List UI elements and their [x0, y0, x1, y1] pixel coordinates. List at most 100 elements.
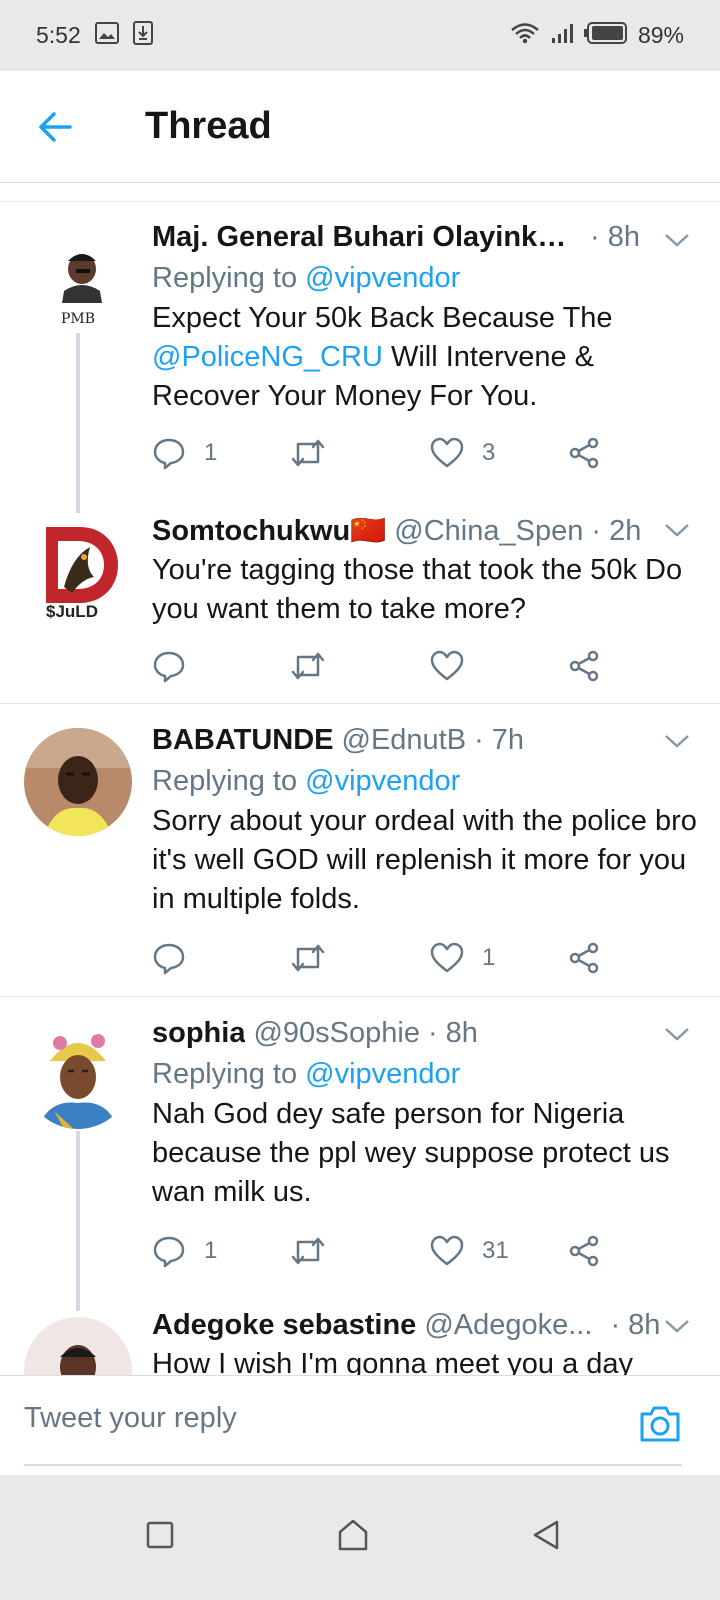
avatar-label: PMB — [61, 311, 95, 327]
author-handle[interactable]: @90sSophie — [253, 1015, 420, 1051]
input-underline — [24, 1464, 682, 1466]
avatar[interactable] — [24, 728, 132, 836]
author-name[interactable]: Maj. General Buhari Olayinka (... — [152, 219, 582, 255]
share-button[interactable] — [568, 437, 600, 469]
wifi-icon — [510, 22, 540, 50]
signal-icon — [550, 22, 574, 50]
like-count: 31 — [482, 1237, 509, 1264]
tweet-header: sophia @90sSophie · 8h — [152, 1015, 700, 1051]
tweet-time: · 8h — [427, 1017, 478, 1049]
replying-to: Replying to @vipvendor — [152, 1055, 700, 1093]
like-icon — [430, 437, 464, 468]
avatar[interactable]: $JuLD — [24, 517, 128, 621]
tweet-item[interactable]: sophia @90sSophie · 8h Replying to @vipv… — [0, 997, 720, 1311]
replying-to-label: Replying to — [152, 765, 298, 797]
tweet-text: Sorry about your ordeal with the police … — [152, 805, 697, 915]
tweet-actions: 1 — [152, 938, 612, 978]
reply-input[interactable]: Tweet your reply — [24, 1402, 237, 1435]
tweet-text: You're tagging those that took the 50k D… — [152, 554, 683, 625]
system-nav-bar — [0, 1475, 720, 1600]
tweet-item[interactable]: BABATUNDE @EdnutB · 7h Replying to @vipv… — [0, 704, 720, 997]
tweet-header: Adegoke sebastine @Adegoke... · 8h — [152, 1307, 700, 1343]
thread-separator — [0, 183, 720, 202]
caret-down-icon[interactable] — [660, 513, 694, 547]
thread-line — [76, 1131, 80, 1311]
retweet-button[interactable] — [290, 1234, 326, 1268]
tweet-actions: 1 3 — [152, 433, 612, 473]
tweet-item[interactable]: $JuLD Somtochukwu🇨🇳 @China_Spen · 2h You… — [0, 503, 720, 704]
reply-button[interactable] — [152, 649, 204, 683]
retweet-icon — [291, 652, 325, 680]
share-button[interactable] — [568, 942, 600, 974]
back-icon[interactable] — [527, 1515, 567, 1555]
camera-icon[interactable] — [638, 1404, 682, 1444]
reply-composer: Tweet your reply — [0, 1375, 720, 1475]
battery-icon — [583, 21, 628, 51]
caret-down-icon[interactable] — [660, 1309, 694, 1343]
back-arrow-icon[interactable] — [36, 107, 76, 147]
like-count: 1 — [482, 944, 496, 971]
reply-button[interactable]: 1 — [152, 1234, 217, 1268]
like-button[interactable]: 31 — [430, 1235, 509, 1267]
share-button[interactable] — [568, 650, 600, 682]
reply-icon — [153, 651, 185, 683]
tweet-time: · 2h — [591, 515, 642, 547]
recents-icon[interactable] — [140, 1515, 180, 1555]
retweet-button[interactable] — [290, 941, 326, 975]
author-name[interactable]: Adegoke sebastine — [152, 1307, 416, 1343]
retweet-button[interactable] — [290, 436, 326, 470]
share-icon — [569, 437, 599, 469]
reply-button[interactable]: 1 — [152, 436, 217, 470]
tweet-text: Expect Your 50k Back Because The @Police… — [152, 299, 700, 416]
avatar-label: $JuLD — [46, 602, 98, 621]
like-button[interactable]: 3 — [430, 437, 495, 469]
author-handle[interactable]: @EdnutB — [342, 722, 467, 758]
reply-icon — [153, 1236, 185, 1268]
caret-down-icon[interactable] — [660, 223, 694, 257]
tweet-header: Somtochukwu🇨🇳 @China_Spen · 2h — [152, 513, 700, 549]
mention-link[interactable]: @PoliceNG_CRU — [152, 341, 383, 373]
reply-mention-link[interactable]: @vipvendor — [305, 1058, 460, 1090]
reply-mention-link[interactable]: @vipvendor — [305, 262, 460, 294]
like-count: 3 — [482, 439, 496, 466]
tweet-header: BABATUNDE @EdnutB · 7h — [152, 722, 700, 758]
home-icon[interactable] — [333, 1515, 373, 1555]
avatar[interactable] — [24, 1021, 132, 1129]
caret-down-icon[interactable] — [660, 724, 694, 758]
replying-to-label: Replying to — [152, 262, 298, 294]
image-notification-icon — [94, 21, 119, 50]
like-button[interactable] — [430, 650, 482, 682]
tweet-body: Adegoke sebastine @Adegoke... · 8h How I… — [152, 1307, 700, 1375]
share-icon — [569, 650, 599, 682]
tweet-time: · 8h — [590, 221, 640, 253]
tweet-time: · 7h — [474, 724, 525, 756]
tweet-item[interactable]: PMB Maj. General Buhari Olayinka (... · … — [0, 203, 720, 513]
download-notification-icon — [132, 20, 153, 51]
avatar[interactable] — [24, 1317, 132, 1375]
tweet-text-part: Expect Your 50k Back Because The — [152, 302, 613, 334]
author-name[interactable]: sophia — [152, 1015, 245, 1051]
avatar[interactable]: PMB — [24, 231, 132, 339]
share-icon — [569, 942, 599, 974]
retweet-icon — [291, 439, 325, 467]
caret-down-icon[interactable] — [660, 1017, 694, 1051]
app-bar: Thread — [0, 71, 720, 183]
retweet-button[interactable] — [290, 649, 326, 683]
like-button[interactable]: 1 — [430, 942, 495, 974]
author-handle[interactable]: @China_Spen — [394, 513, 583, 549]
like-icon — [430, 942, 464, 973]
reply-button[interactable] — [152, 941, 204, 975]
tweet-item[interactable]: Adegoke sebastine @Adegoke... · 8h How I… — [0, 1297, 720, 1375]
author-name[interactable]: Somtochukwu🇨🇳 — [152, 513, 386, 549]
reply-mention-link[interactable]: @vipvendor — [305, 765, 460, 797]
author-name[interactable]: BABATUNDE — [152, 722, 334, 758]
tweet-actions — [152, 646, 612, 686]
tweet-actions: 1 31 — [152, 1231, 612, 1271]
reply-count: 1 — [204, 1237, 218, 1264]
replying-to: Replying to @vipvendor — [152, 762, 700, 800]
tweet-text: Nah God dey safe person for Nigeria beca… — [152, 1098, 670, 1208]
tweet-time: · 8h — [610, 1309, 661, 1341]
share-button[interactable] — [568, 1235, 600, 1267]
author-handle[interactable]: @Adegoke... — [424, 1307, 592, 1343]
status-time: 5:52 — [36, 22, 81, 48]
